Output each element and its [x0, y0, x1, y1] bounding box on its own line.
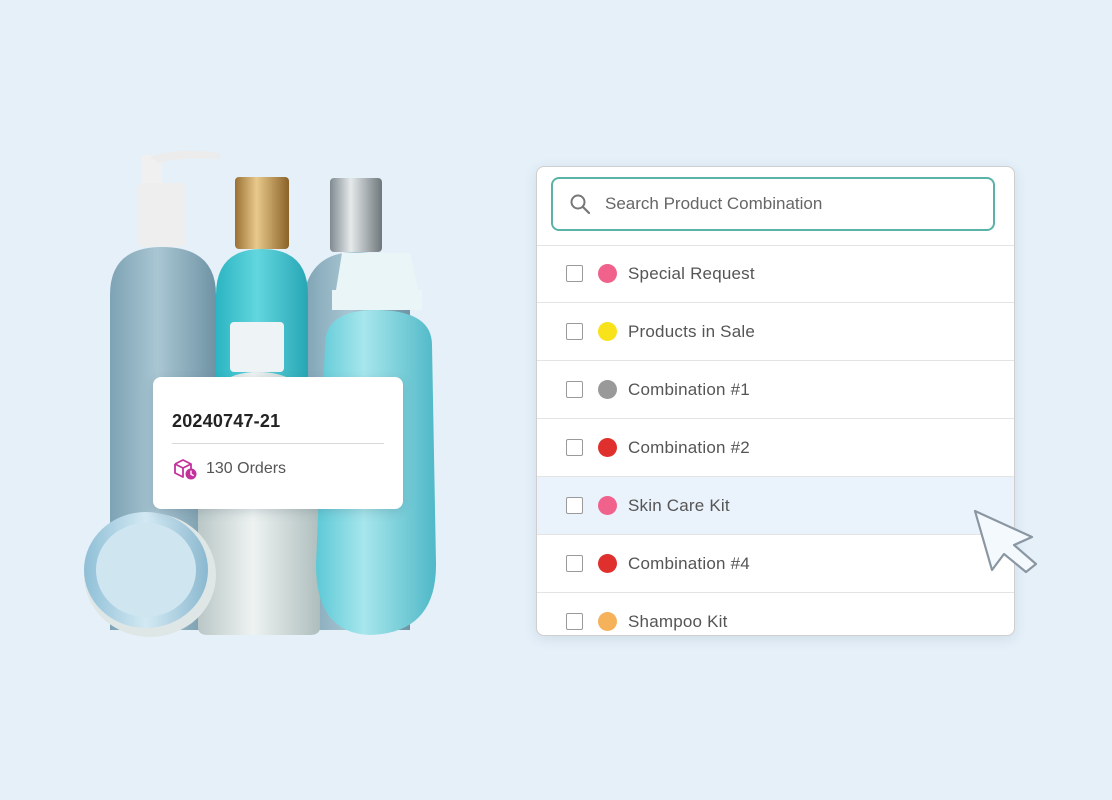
- list-item-shampoo-kit[interactable]: Shampoo Kit: [537, 593, 1014, 635]
- orders-count: 130 Orders: [206, 460, 287, 477]
- search-icon: [569, 193, 591, 215]
- item-label: Skin Care Kit: [628, 495, 730, 515]
- item-label: Special Request: [628, 263, 755, 283]
- product-combination-dropdown: Special Request Products in Sale Combina…: [536, 166, 1015, 636]
- list-item-combination-2[interactable]: Combination #2: [537, 419, 1014, 477]
- item-label: Shampoo Kit: [628, 611, 728, 631]
- mouse-cursor-icon: [972, 508, 1052, 583]
- order-id: 20240747-21: [172, 411, 281, 431]
- checkbox[interactable]: [566, 265, 583, 282]
- checkbox[interactable]: [566, 555, 583, 572]
- color-dot: [598, 612, 617, 631]
- item-label: Combination #1: [628, 379, 750, 399]
- color-dot: [598, 322, 617, 341]
- checkbox[interactable]: [566, 439, 583, 456]
- color-dot: [598, 380, 617, 399]
- list-item-products-in-sale[interactable]: Products in Sale: [537, 303, 1014, 361]
- color-dot: [598, 496, 617, 515]
- list-item-combination-1[interactable]: Combination #1: [537, 361, 1014, 419]
- search-area: [537, 167, 1014, 246]
- item-label: Products in Sale: [628, 321, 755, 341]
- order-card: 20240747-21 130 Orders: [153, 377, 403, 509]
- list-item-skin-care-kit[interactable]: Skin Care Kit: [537, 477, 1014, 535]
- orders-count-row: 130 Orders: [172, 457, 286, 481]
- card-divider: [172, 443, 384, 444]
- checkbox[interactable]: [566, 381, 583, 398]
- combination-list: Special Request Products in Sale Combina…: [537, 245, 1014, 635]
- color-dot: [598, 438, 617, 457]
- color-dot: [598, 554, 617, 573]
- item-label: Combination #4: [628, 553, 750, 573]
- list-item-special-request[interactable]: Special Request: [537, 245, 1014, 303]
- checkbox[interactable]: [566, 497, 583, 514]
- color-dot: [598, 264, 617, 283]
- list-item-combination-4[interactable]: Combination #4: [537, 535, 1014, 593]
- item-label: Combination #2: [628, 437, 750, 457]
- checkbox[interactable]: [566, 323, 583, 340]
- package-clock-icon: [172, 457, 198, 481]
- checkbox[interactable]: [566, 613, 583, 630]
- search-input[interactable]: [603, 193, 987, 215]
- search-box[interactable]: [551, 177, 995, 231]
